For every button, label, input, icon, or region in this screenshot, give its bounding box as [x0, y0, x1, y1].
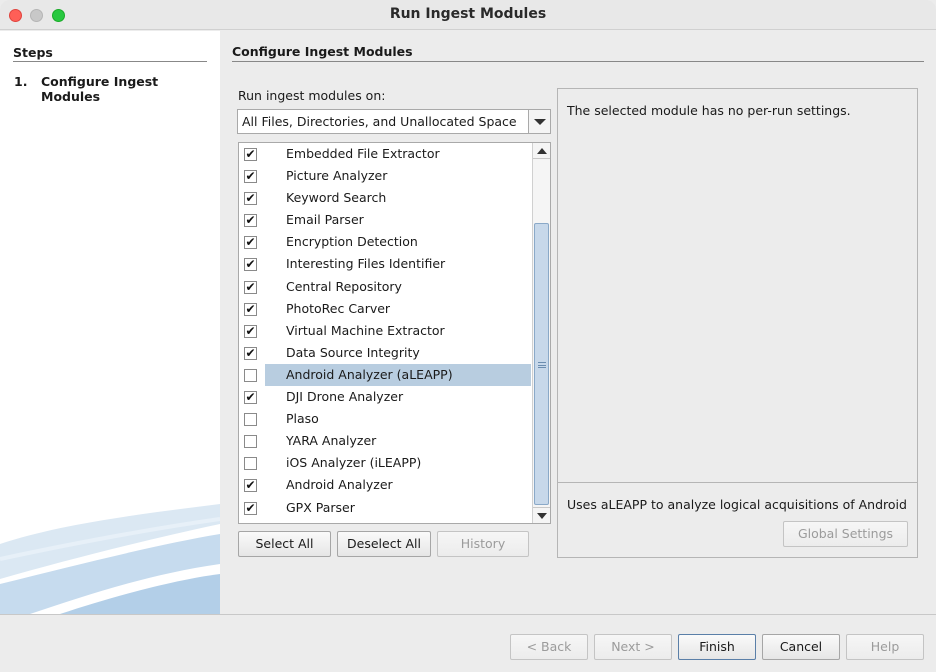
module-name[interactable]: Embedded File Extractor [265, 143, 531, 165]
module-name[interactable]: PhotoRec Carver [265, 298, 531, 320]
module-name[interactable]: Email Parser [265, 209, 531, 231]
global-settings-button[interactable]: Global Settings [783, 521, 908, 547]
run-on-value: All Files, Directories, and Unallocated … [242, 114, 517, 129]
checkbox-unchecked-icon[interactable] [244, 435, 257, 449]
checkbox-checked-icon[interactable]: ✔ [244, 170, 257, 184]
module-description: Uses aLEAPP to analyze logical acquisiti… [567, 497, 912, 512]
modules-scrollbar[interactable] [532, 143, 550, 523]
module-name[interactable]: Central Repository [265, 276, 531, 298]
module-name[interactable]: Interesting Files Identifier [265, 253, 531, 275]
module-name[interactable]: Data Source Integrity [265, 342, 531, 364]
next-button[interactable]: Next > [594, 634, 672, 660]
module-row[interactable]: ✔ Android Analyzer [239, 474, 533, 496]
module-row[interactable]: ✔ PhotoRec Carver [239, 298, 533, 320]
module-name[interactable]: Keyword Search [265, 187, 531, 209]
module-name[interactable]: Plaso [265, 408, 531, 430]
module-name[interactable]: GPX Parser [265, 497, 531, 519]
module-row[interactable]: ✔ Email Parser [239, 209, 533, 231]
scroll-down-arrow-icon[interactable] [533, 507, 550, 523]
step-number: 1. [14, 74, 28, 89]
checkbox-checked-icon[interactable]: ✔ [244, 214, 257, 228]
checkbox-checked-icon[interactable]: ✔ [244, 346, 257, 360]
checkbox-checked-icon[interactable]: ✔ [244, 302, 257, 316]
checkbox-checked-icon[interactable]: ✔ [244, 192, 257, 206]
scroll-up-arrow-icon[interactable] [533, 143, 550, 159]
settings-message: The selected module has no per-run setti… [567, 103, 851, 118]
module-row[interactable]: ✔ DJI Drone Analyzer [239, 386, 533, 408]
checkbox-checked-icon[interactable]: ✔ [244, 280, 257, 294]
checkbox-checked-icon[interactable]: ✔ [244, 236, 257, 250]
module-row[interactable]: ✔ Virtual Machine Extractor [239, 320, 533, 342]
modules-list-rows: ✔ Embedded File Extractor ✔ Picture Analyze… [239, 143, 533, 519]
module-name[interactable]: Android Analyzer [265, 474, 531, 496]
checkbox-checked-icon[interactable]: ✔ [244, 148, 257, 161]
modules-list: ✔ Embedded File Extractor ✔ Picture Analyze… [238, 142, 551, 524]
chevron-down-icon[interactable] [528, 110, 550, 133]
window-title: Run Ingest Modules [389, 6, 547, 22]
select-all-button[interactable]: Select All [238, 531, 331, 557]
module-row[interactable]: ✔ Picture Analyzer [239, 165, 533, 187]
module-row[interactable]: ✔ Keyword Search [239, 187, 533, 209]
checkbox-checked-icon[interactable]: ✔ [244, 324, 257, 338]
module-name[interactable]: Picture Analyzer [265, 165, 531, 187]
steps-panel: Steps 1. Configure Ingest Modules [0, 31, 220, 614]
steps-header: Steps [13, 45, 207, 62]
module-row[interactable]: Android Analyzer (aLEAPP) [239, 363, 533, 386]
module-row[interactable]: Plaso [239, 408, 533, 430]
checkbox-checked-icon[interactable]: ✔ [244, 258, 257, 272]
title-bar: Run Ingest Modules [0, 0, 936, 30]
checkbox-unchecked-icon[interactable] [244, 457, 257, 471]
module-row[interactable]: YARA Analyzer [239, 430, 533, 452]
module-name[interactable]: Virtual Machine Extractor [265, 320, 531, 342]
panel-title: Configure Ingest Modules [232, 44, 924, 62]
module-row[interactable]: ✔ GPX Parser [239, 497, 533, 519]
cancel-button[interactable]: Cancel [762, 634, 840, 660]
run-ingest-modules-window: Run Ingest Modules Steps 1. Configure In… [0, 0, 936, 672]
module-name[interactable]: Encryption Detection [265, 231, 531, 253]
run-on-label: Run ingest modules on: [238, 88, 386, 103]
checkbox-checked-icon[interactable]: ✔ [244, 501, 257, 515]
deselect-all-button[interactable]: Deselect All [337, 531, 431, 557]
configure-panel: Configure Ingest Modules Run ingest modu… [220, 31, 936, 614]
checkbox-unchecked-icon[interactable] [244, 368, 257, 382]
module-row[interactable]: ✔ Interesting Files Identifier [239, 253, 533, 275]
module-name[interactable]: DJI Drone Analyzer [265, 386, 531, 408]
module-row[interactable]: ✔ Central Repository [239, 276, 533, 298]
scrollbar-thumb[interactable] [534, 223, 549, 505]
settings-divider [558, 482, 917, 483]
back-button[interactable]: < Back [510, 634, 588, 660]
checkbox-checked-icon[interactable]: ✔ [244, 391, 257, 405]
module-row[interactable]: iOS Analyzer (iLEAPP) [239, 452, 533, 474]
module-name[interactable]: YARA Analyzer [265, 430, 531, 452]
checkbox-checked-icon[interactable]: ✔ [244, 479, 257, 493]
decorative-swoosh-graphic [0, 504, 220, 614]
checkbox-unchecked-icon[interactable] [244, 413, 257, 427]
step-label-configure: Configure Ingest Modules [41, 74, 159, 104]
module-row[interactable]: ✔ Embedded File Extractor [239, 143, 533, 165]
module-name[interactable]: iOS Analyzer (iLEAPP) [265, 452, 531, 474]
wizard-footer: < Back Next > Finish Cancel Help [0, 614, 936, 672]
module-name[interactable]: Android Analyzer (aLEAPP) [265, 363, 531, 386]
module-row[interactable]: ✔ Encryption Detection [239, 231, 533, 253]
module-row[interactable]: ✔ Data Source Integrity [239, 342, 533, 364]
run-on-dropdown[interactable]: All Files, Directories, and Unallocated … [237, 109, 551, 134]
finish-button[interactable]: Finish [678, 634, 756, 660]
help-button[interactable]: Help [846, 634, 924, 660]
history-button[interactable]: History [437, 531, 529, 557]
grip-icon [538, 362, 546, 368]
module-settings-panel: The selected module has no per-run setti… [557, 88, 918, 558]
